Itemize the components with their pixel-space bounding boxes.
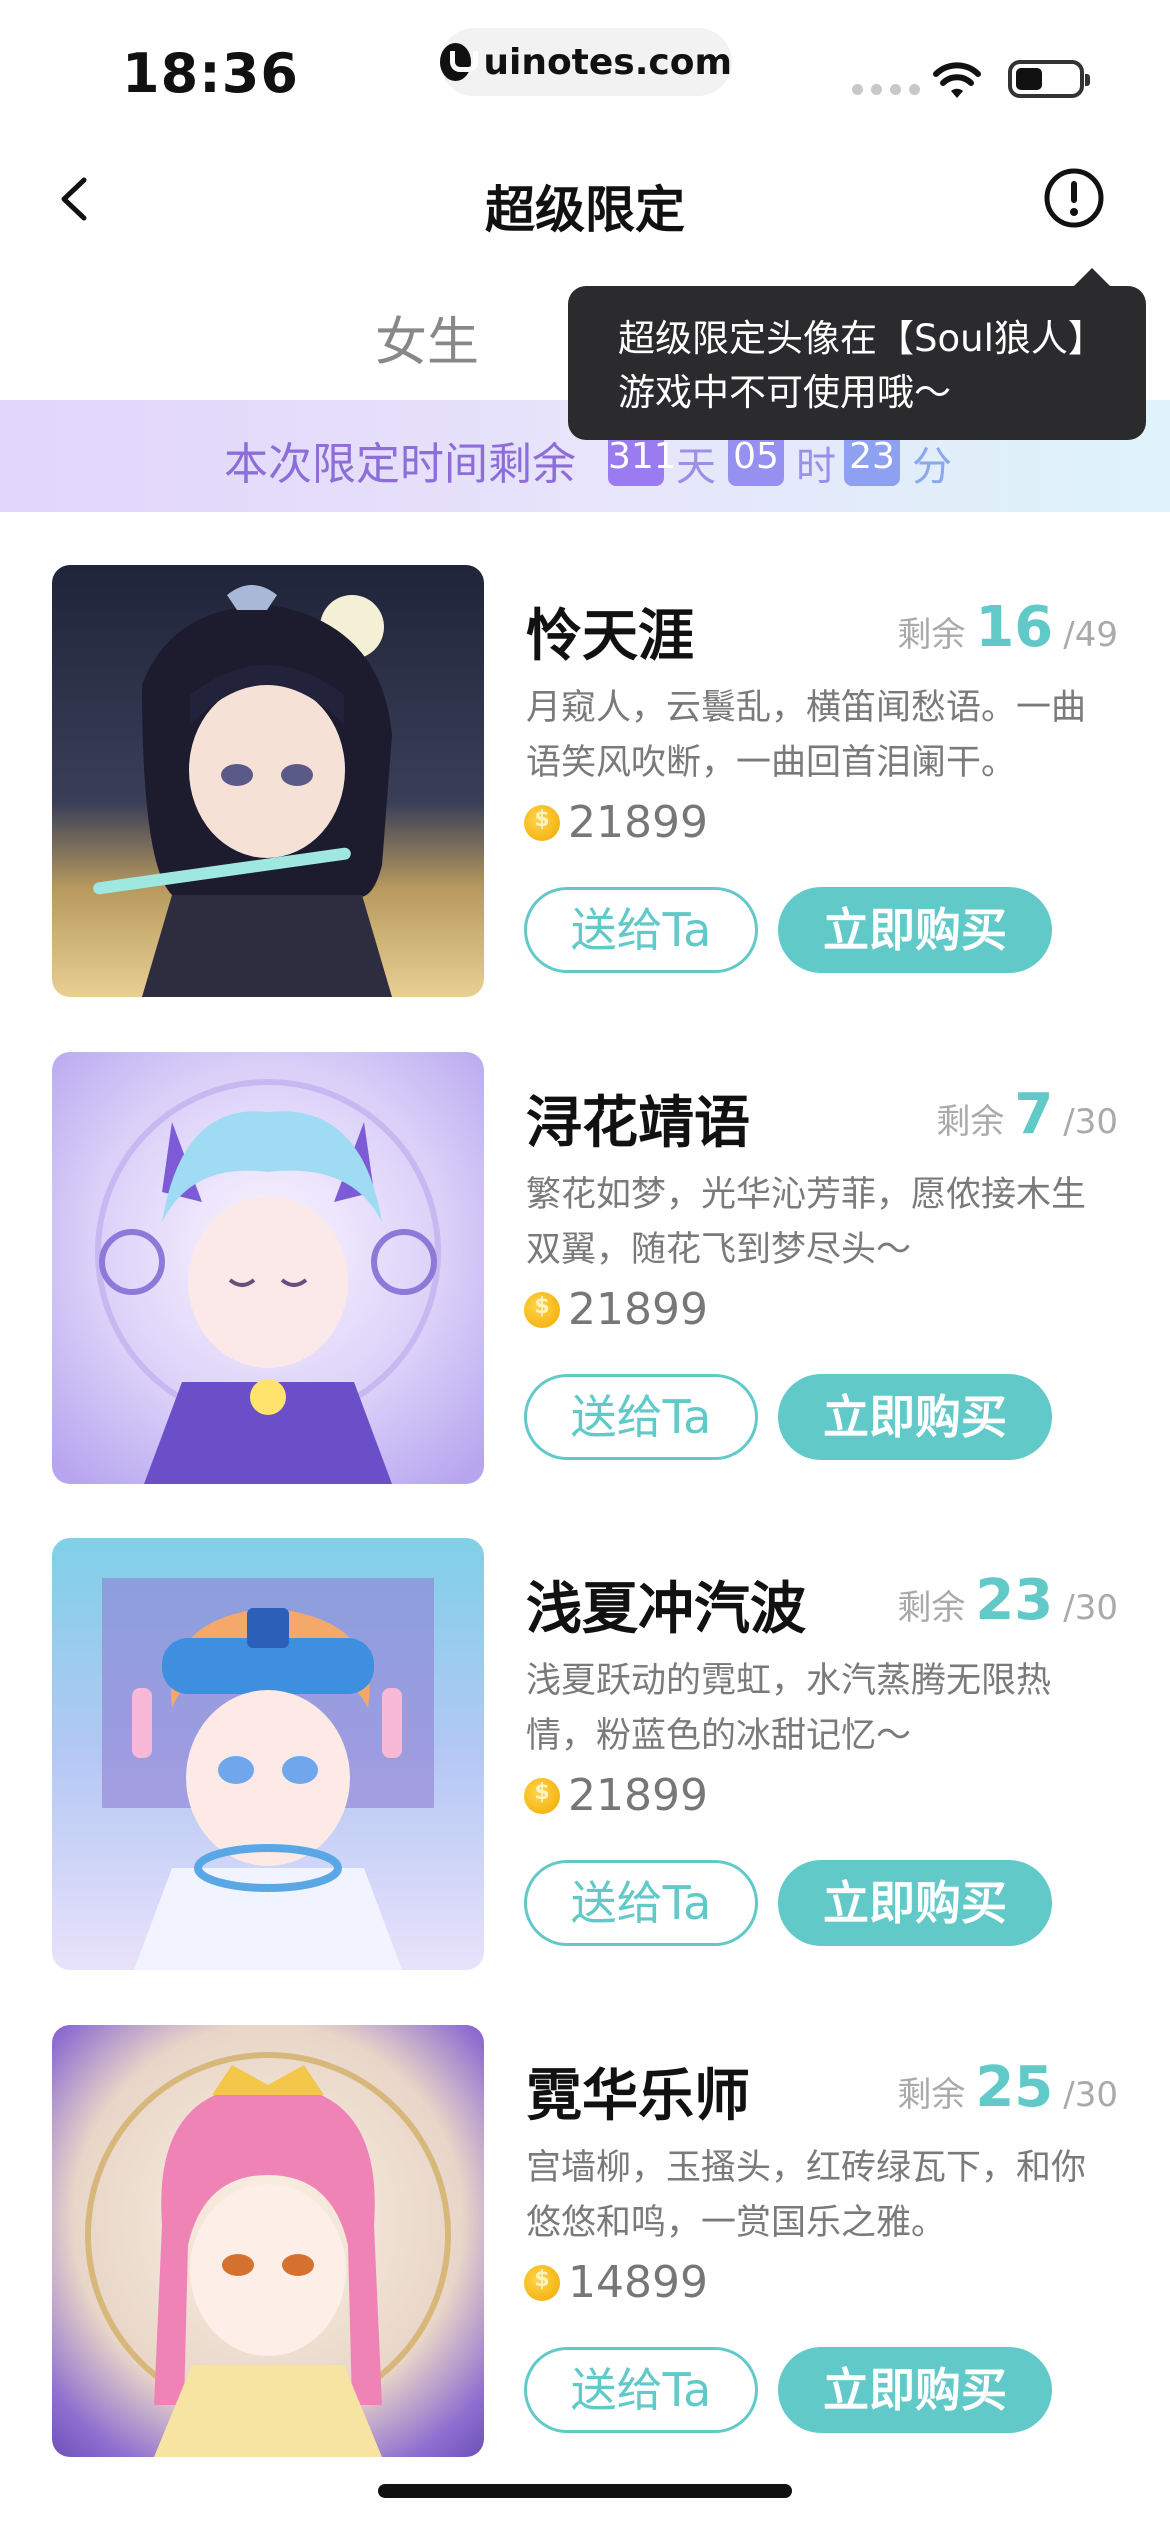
product-description: 宫墙柳，玉搔头，红砖绿瓦下，和你 悠悠和鸣，一赏国乐之雅。 [526,2141,1126,2251]
stock-info: 剩余 16 /49 [897,595,1118,660]
product-name: 浔花靖语 [526,1091,750,1156]
description-line: 浅夏跃动的霓虹，水汽蒸腾无限热 [526,1661,1052,1701]
product-card[interactable]: 怜天涯 剩余 16 /49 月窥人，云鬟乱，横笛闻愁语。一曲 语笑风吹断，一曲回… [0,565,1170,1005]
stock-label: 剩余 [936,1102,1005,1142]
price-value: 21899 [568,797,708,848]
signal-icon [852,84,920,95]
stock-remaining: 16 [975,595,1054,660]
description-line: 语笑风吹断，一曲回首泪阑干。 [526,743,1017,783]
price-value: 14899 [568,2257,708,2308]
stock-remaining: 25 [975,2055,1054,2120]
description-line: 悠悠和鸣，一赏国乐之雅。 [526,2203,947,2243]
stock-total: /49 [1063,615,1118,655]
info-icon[interactable] [1042,166,1106,230]
product-name: 霓华乐师 [526,2064,750,2129]
page: 18:36 uinotes.com 超级限定 女生 男生 本次限定时间剩余 [0,0,1170,2532]
stock-remaining: 23 [975,1568,1054,1633]
stock-label: 剩余 [897,1588,966,1628]
tab-female[interactable]: 女生 [375,300,479,375]
gift-button[interactable]: 送给Ta [524,1374,758,1460]
description-line: 双翼，随花飞到梦尽头～ [526,1230,912,1270]
page-title: 超级限定 [485,181,685,239]
product-card[interactable]: 浅夏冲汽波 剩余 23 /30 浅夏跃动的霓虹，水汽蒸腾无限热 情，粉蓝色的冰甜… [0,1538,1170,1978]
home-indicator[interactable] [378,2484,792,2498]
price: 21899 [524,1770,708,1821]
product-name: 怜天涯 [526,604,694,669]
coin-icon [524,2264,560,2301]
description-line: 情，粉蓝色的冰甜记忆～ [526,1716,912,1756]
avatar-image[interactable] [52,1052,484,1484]
buy-button[interactable]: 立即购买 [778,2347,1052,2433]
stock-total: /30 [1063,2075,1118,2115]
coin-icon [524,1777,560,1814]
countdown-days-unit: 天 [676,444,716,490]
description-line: 月窥人，云鬟乱，横笛闻愁语。一曲 [526,688,1087,728]
battery-icon [1008,60,1090,98]
gift-button[interactable]: 送给Ta [524,2347,758,2433]
avatar-image[interactable] [52,1538,484,1970]
url-text: uinotes.com [483,41,732,83]
product-description: 繁花如梦，光华沁芳菲，愿侬接木生 双翼，随花飞到梦尽头～ [526,1168,1126,1278]
stock-label: 剩余 [897,2075,966,2115]
countdown-hours-unit: 时 [796,444,836,490]
nav-bar: 超级限定 [0,140,1170,260]
buy-button[interactable]: 立即购买 [778,1860,1052,1946]
product-description: 浅夏跃动的霓虹，水汽蒸腾无限热 情，粉蓝色的冰甜记忆～ [526,1654,1126,1764]
product-description: 月窥人，云鬟乱，横笛闻愁语。一曲 语笑风吹断，一曲回首泪阑干。 [526,681,1126,791]
stock-total: /30 [1063,1588,1118,1628]
price: 14899 [524,2257,708,2308]
stock-info: 剩余 7 /30 [936,1082,1118,1147]
price-value: 21899 [568,1770,708,1821]
url-pill[interactable]: uinotes.com [440,28,732,96]
countdown-label: 本次限定时间剩余 [224,439,576,490]
avatar-image[interactable] [52,2025,484,2457]
price: 21899 [524,1284,708,1335]
price-value: 21899 [568,1284,708,1335]
buy-button[interactable]: 立即购买 [778,887,1052,973]
stock-info: 剩余 25 /30 [897,2055,1118,2120]
buy-button[interactable]: 立即购买 [778,1374,1052,1460]
coin-icon [524,1291,560,1328]
coin-icon [524,804,560,841]
description-line: 宫墙柳，玉搔头，红砖绿瓦下，和你 [526,2148,1087,2188]
stock-remaining: 7 [1014,1082,1054,1147]
wifi-icon [933,62,981,98]
product-name: 浅夏冲汽波 [526,1577,806,1642]
info-tooltip: 超级限定头像在【Soul狼人】 游戏中不可使用哦～ [568,268,1146,440]
site-logo-icon [440,43,479,81]
stock-total: /30 [1063,1102,1118,1142]
price: 21899 [524,797,708,848]
status-bar: 18:36 uinotes.com [0,0,1170,130]
tooltip-line-2: 游戏中不可使用哦～ [618,371,951,414]
gift-button[interactable]: 送给Ta [524,887,758,973]
stock-info: 剩余 23 /30 [897,1568,1118,1633]
gift-button[interactable]: 送给Ta [524,1860,758,1946]
product-card[interactable]: 浔花靖语 剩余 7 /30 繁花如梦，光华沁芳菲，愿侬接木生 双翼，随花飞到梦尽… [0,1052,1170,1492]
tooltip-line-1: 超级限定头像在【Soul狼人】 [618,317,1105,360]
avatar-image[interactable] [52,565,484,997]
countdown-minutes-unit: 分 [912,444,952,490]
description-line: 繁花如梦，光华沁芳菲，愿侬接木生 [526,1175,1087,1215]
product-card[interactable]: 霓华乐师 剩余 25 /30 宫墙柳，玉搔头，红砖绿瓦下，和你 悠悠和鸣，一赏国… [0,2025,1170,2465]
status-time: 18:36 [122,42,299,105]
stock-label: 剩余 [897,615,966,655]
